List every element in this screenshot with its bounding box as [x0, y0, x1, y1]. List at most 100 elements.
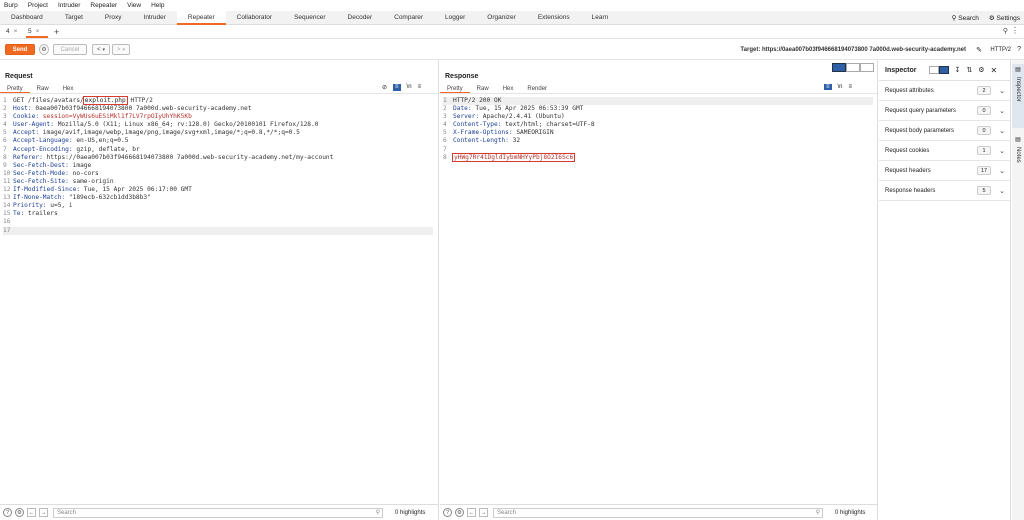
tool-tab-organizer[interactable]: Organizer	[476, 11, 527, 25]
menu-item-project[interactable]: Project	[28, 2, 48, 9]
request-editor[interactable]: 1 GET /files/avatars/exploit.php HTTP/2 2 H…	[3, 96, 433, 235]
tool-tab-learn[interactable]: Learn	[581, 11, 620, 25]
chevron-down-icon[interactable]: ⌄	[999, 187, 1005, 195]
chevron-down-icon[interactable]: ⌄	[999, 87, 1005, 95]
inspector-section-request-headers[interactable]: Request headers 17 ⌄	[879, 161, 1011, 181]
tool-tabs-bar: Dashboard Target Proxy Intruder Repeater Coll…	[0, 10, 1024, 25]
hide-icon[interactable]: ⊘	[382, 84, 387, 91]
menu-item-view[interactable]: View	[127, 2, 141, 9]
menu-item-help[interactable]: Help	[151, 2, 164, 9]
chevron-down-icon[interactable]: ⌄	[999, 147, 1005, 155]
response-search-input[interactable]: Search ⚲	[493, 507, 823, 518]
menu-item-repeater[interactable]: Repeater	[90, 2, 117, 9]
help-icon[interactable]: ?	[3, 508, 12, 517]
forward-button[interactable]: > ▾	[112, 44, 130, 55]
inspector-section-request-body-parameters[interactable]: Request body parameters 0 ⌄	[879, 121, 1011, 141]
close-icon[interactable]: ×	[14, 28, 18, 35]
help-icon[interactable]: ?	[443, 508, 452, 517]
chevron-down-icon[interactable]: ⌄	[999, 107, 1005, 115]
inspector-section-response-headers[interactable]: Response headers 5 ⌄	[879, 181, 1011, 201]
more-options-icon[interactable]: ⋮	[1011, 26, 1019, 35]
line-number: 7	[443, 145, 447, 153]
header-name: Sec-Fetch-Dest:	[13, 161, 69, 169]
count-badge: 0	[977, 126, 991, 135]
menu-item-burp[interactable]: Burp	[4, 2, 18, 9]
tool-tab-proxy[interactable]: Proxy	[94, 11, 133, 25]
collapse-icon[interactable]: ⇅	[966, 66, 972, 74]
newline-icon[interactable]: \n	[407, 84, 412, 91]
tool-tab-logger[interactable]: Logger	[434, 11, 476, 25]
search-button[interactable]: ⚲ Search	[952, 14, 979, 22]
response-editor[interactable]: 1 HTTP/2 200 OK 2 Date: Tue, 15 Apr 2025 06…	[443, 97, 873, 162]
inspector-section-request-cookies[interactable]: Request cookies 1 ⌄	[879, 141, 1011, 161]
line-number: 5	[443, 129, 447, 137]
close-icon[interactable]: ×	[36, 28, 40, 35]
cancel-button[interactable]: Cancel	[53, 44, 87, 55]
header-value: Apache/2.4.41 (Ubuntu)	[479, 113, 565, 121]
back-arrow-icon[interactable]: ←	[467, 508, 476, 517]
tool-tab-collaborator[interactable]: Collaborator	[226, 11, 283, 25]
header-value: image/avif,image/webp,image/png,image/sv…	[39, 129, 300, 137]
tool-tab-extensions[interactable]: Extensions	[527, 11, 581, 25]
side-tab-label: Inspector	[1015, 77, 1021, 102]
settings-label: Settings	[996, 15, 1021, 22]
settings-icon[interactable]: ⚙	[39, 44, 49, 55]
repeater-tab-4[interactable]: 4 ×	[4, 26, 26, 38]
forward-arrow-icon[interactable]: →	[39, 508, 48, 517]
inspector-section-request-query-parameters[interactable]: Request query parameters 0 ⌄	[879, 101, 1011, 121]
highlights-count: 0 highlights	[835, 509, 866, 516]
send-button[interactable]: Send	[5, 44, 35, 55]
header-name: If-Modified-Since:	[13, 186, 81, 194]
close-icon[interactable]: ✕	[991, 66, 998, 75]
wrap-icon[interactable]: ≡	[393, 84, 401, 91]
tool-tab-intruder[interactable]: Intruder	[133, 11, 177, 25]
protocol-label[interactable]: HTTP/2	[990, 47, 1011, 53]
sort-icon[interactable]: ↧	[955, 66, 961, 74]
menu-icon[interactable]: ≡	[849, 84, 853, 90]
search-tabs-icon[interactable]: ⚲	[1003, 27, 1008, 35]
tool-tab-dashboard[interactable]: Dashboard	[0, 11, 54, 25]
repeater-tabs: 4 × 5 × + ⚲ ⋮	[0, 26, 1024, 39]
header-name: Cookie:	[13, 113, 40, 121]
newline-icon[interactable]: \n	[838, 84, 843, 90]
settings-icon[interactable]: ⚙	[15, 508, 24, 517]
side-tab-notes[interactable]: ▤ Notes	[1012, 134, 1024, 174]
search-placeholder: Search	[497, 509, 517, 516]
menu-item-intruder[interactable]: Intruder	[58, 2, 80, 9]
search-icon: ⚲	[951, 15, 957, 22]
side-tab-inspector[interactable]: ▤ Inspector	[1012, 64, 1024, 128]
tool-tab-decoder[interactable]: Decoder	[337, 11, 384, 25]
gear-icon[interactable]: ⚙	[978, 66, 984, 74]
header-name: Te:	[13, 210, 25, 218]
edit-target-icon[interactable]: ✎	[976, 46, 982, 54]
help-icon[interactable]: ?	[1017, 46, 1021, 53]
search-icon: ⚲	[375, 509, 380, 516]
menu-icon[interactable]: ≡	[418, 84, 422, 91]
layout-list-icon[interactable]	[928, 66, 939, 74]
inspector-section-request-attributes[interactable]: Request attributes 2 ⌄	[879, 81, 1011, 101]
back-arrow-icon[interactable]: ←	[27, 508, 36, 517]
chevron-down-icon[interactable]: ⌄	[999, 127, 1005, 135]
tool-tab-target[interactable]: Target	[54, 11, 94, 25]
back-button[interactable]: < ▾	[92, 44, 110, 55]
chevron-down-icon[interactable]: ⌄	[999, 167, 1005, 175]
add-tab-button[interactable]: +	[54, 27, 59, 37]
header-value: trailers	[24, 210, 58, 218]
layout-grid-icon[interactable]	[938, 66, 949, 74]
repeater-tab-5[interactable]: 5 ×	[26, 26, 48, 38]
forward-arrow-icon[interactable]: →	[479, 508, 488, 517]
header-name: Accept-Language:	[13, 137, 73, 145]
request-search-input[interactable]: Search ⚲	[53, 507, 383, 518]
tab-label: 4	[6, 28, 10, 35]
line-number: 7	[3, 145, 7, 153]
tool-tab-repeater[interactable]: Repeater	[176, 10, 226, 25]
settings-icon[interactable]: ⚙	[455, 508, 464, 517]
inspector-header: Inspector ↧ ⇅ ⚙ ✕	[879, 60, 1011, 81]
wrap-icon[interactable]: ≡	[824, 84, 832, 90]
highlighted-text: yHWg7Rr41DgldIybmNHYyPbj8O2I6Sc6	[451, 152, 576, 162]
request-footer: ? ⚙ ← → Search ⚲ 0 highlights	[0, 504, 439, 520]
header-name: Priority:	[13, 202, 47, 210]
settings-button[interactable]: ⚙ Settings	[989, 14, 1020, 22]
tool-tab-comparer[interactable]: Comparer	[383, 11, 434, 25]
tool-tab-sequencer[interactable]: Sequencer	[283, 11, 336, 25]
